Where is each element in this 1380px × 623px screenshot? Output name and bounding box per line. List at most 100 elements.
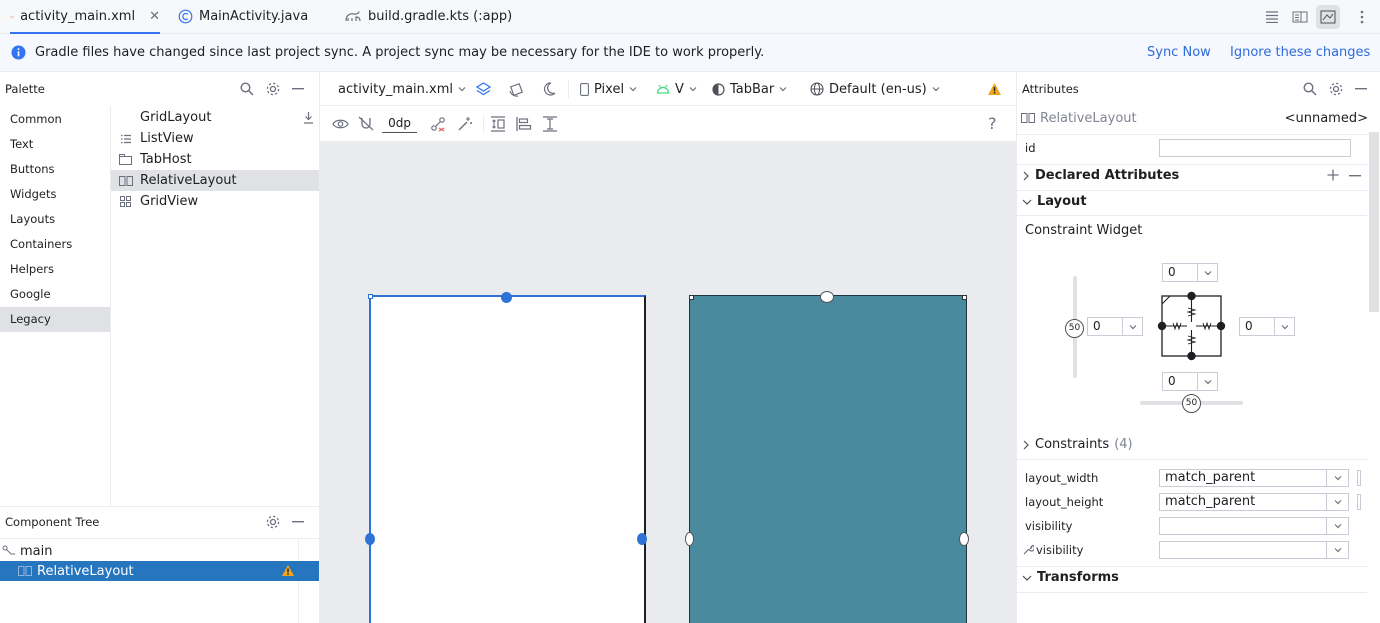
search-icon[interactable] (240, 82, 254, 96)
blueprint-resize-handle[interactable] (689, 295, 694, 300)
blueprint-preview[interactable] (689, 295, 967, 623)
default-margin-field[interactable]: 0dp (382, 115, 417, 133)
orientation-icon[interactable] (508, 81, 525, 98)
palette-item-relativelayout[interactable]: RelativeLayout (111, 170, 319, 191)
margin-top-dropdown[interactable]: 0 (1162, 263, 1218, 282)
minimize-icon[interactable] (292, 88, 304, 90)
gradle-elephant-icon (345, 10, 361, 21)
device-label: Pixel (594, 81, 625, 97)
resource-picker-button[interactable] (1357, 470, 1361, 486)
margin-right-value: 0 (1245, 319, 1253, 333)
close-icon[interactable]: ✕ (149, 9, 160, 24)
layout-height-label: layout_height (1025, 495, 1104, 509)
palette-category-helpers[interactable]: Helpers (0, 257, 110, 282)
tools-visibility-field[interactable] (1159, 541, 1349, 559)
layout-section[interactable]: Layout (1022, 194, 1087, 209)
resize-handle[interactable] (368, 294, 373, 299)
tab-main-activity[interactable]: MainActivity.java (178, 0, 308, 33)
add-icon[interactable] (1327, 169, 1339, 181)
palette-category-containers[interactable]: Containers (0, 232, 110, 257)
palette-category-text[interactable]: Text (0, 132, 110, 157)
vertical-bias-knob[interactable]: 50 (1065, 319, 1084, 338)
blueprint-top-anchor[interactable] (820, 291, 834, 303)
palette-category-buttons[interactable]: Buttons (0, 157, 110, 182)
gear-icon[interactable] (265, 514, 281, 530)
id-field[interactable] (1159, 139, 1351, 157)
top-anchor-handle[interactable] (501, 292, 512, 303)
class-c-icon (178, 9, 193, 24)
phone-icon (580, 82, 589, 96)
attributes-scrollbar[interactable] (1369, 132, 1379, 312)
file-dropdown[interactable]: activity_main.xml (338, 72, 466, 106)
magnet-off-icon[interactable] (358, 116, 374, 131)
visibility-label: visibility (1025, 519, 1073, 533)
help-icon[interactable]: ? (988, 114, 997, 133)
design-preview[interactable] (369, 295, 646, 623)
api-level-dropdown[interactable]: V (656, 72, 697, 106)
sync-now-link[interactable]: Sync Now (1147, 45, 1211, 60)
palette-item-gridview[interactable]: GridView (111, 191, 319, 212)
layout-width-field[interactable]: match_parent (1159, 469, 1349, 487)
palette-category-legacy[interactable]: Legacy (0, 307, 110, 332)
palette-item-gridlayout[interactable]: GridLayout (111, 107, 319, 128)
palette-item-tabhost[interactable]: TabHost (111, 149, 319, 170)
align-icon[interactable] (516, 116, 532, 132)
split-view-button[interactable] (1288, 5, 1312, 29)
locale-dropdown[interactable]: Default (en-us) (810, 72, 940, 106)
margin-right-dropdown[interactable]: 0 (1239, 317, 1295, 336)
search-icon[interactable] (1303, 82, 1317, 96)
design-view-button[interactable] (1316, 5, 1340, 29)
palette-category-common[interactable]: Common (0, 107, 110, 132)
ignore-changes-link[interactable]: Ignore these changes (1230, 45, 1370, 60)
palette-category-google[interactable]: Google (0, 282, 110, 307)
chevron-down-icon (1334, 524, 1341, 529)
palette-category-layouts[interactable]: Layouts (0, 207, 110, 232)
visibility-field[interactable] (1159, 517, 1349, 535)
blueprint-resize-handle[interactable] (962, 295, 967, 300)
minimize-icon[interactable] (292, 521, 304, 523)
tab-build-gradle[interactable]: build.gradle.kts (:app) (344, 0, 512, 33)
palette-category-widgets[interactable]: Widgets (0, 182, 110, 207)
code-view-button[interactable] (1260, 5, 1284, 29)
download-icon[interactable] (303, 111, 314, 124)
gear-icon[interactable] (1328, 81, 1344, 97)
more-options-button[interactable] (1350, 5, 1374, 29)
device-dropdown[interactable]: Pixel (580, 72, 637, 106)
tree-row-main[interactable]: main (0, 541, 319, 561)
remove-icon[interactable] (1349, 175, 1361, 177)
tree-row-relativelayout[interactable]: RelativeLayout (0, 561, 319, 581)
design-canvas[interactable] (320, 142, 1016, 623)
blueprint-right-anchor[interactable] (959, 532, 969, 546)
warning-icon[interactable] (281, 564, 295, 577)
toolbar-separator (483, 115, 484, 133)
palette-item-label: ListView (140, 131, 194, 146)
night-mode-icon[interactable] (541, 81, 557, 97)
clear-constraints-icon[interactable] (430, 116, 446, 132)
layout-height-field[interactable]: match_parent (1159, 493, 1349, 511)
design-surface-icon[interactable] (475, 81, 492, 98)
magic-wand-icon[interactable] (457, 116, 473, 132)
blueprint-left-anchor[interactable] (685, 532, 694, 546)
right-anchor-handle[interactable] (637, 533, 647, 545)
resource-picker-button[interactable] (1357, 494, 1361, 510)
horizontal-bias-knob[interactable]: 50 (1182, 394, 1201, 413)
guidelines-icon[interactable] (542, 116, 558, 132)
theme-icon (712, 82, 725, 96)
transforms-section[interactable]: Transforms (1022, 570, 1119, 585)
palette-item-listview[interactable]: ListView (111, 128, 319, 149)
margin-left-dropdown[interactable]: 0 (1087, 317, 1143, 336)
declared-attributes-section[interactable]: Declared Attributes (1022, 168, 1179, 183)
minimize-icon[interactable] (1355, 88, 1367, 90)
pack-icon[interactable] (490, 116, 506, 132)
left-anchor-handle[interactable] (365, 533, 375, 545)
tab-activity-main[interactable]: activity_main.xml ✕ (10, 0, 160, 34)
gear-icon[interactable] (265, 81, 281, 97)
divider (1017, 459, 1367, 460)
warning-icon[interactable] (987, 82, 1002, 96)
theme-dropdown[interactable]: TabBar (712, 72, 787, 106)
eye-icon[interactable] (332, 117, 349, 131)
section-title: Transforms (1037, 570, 1119, 585)
constraints-section[interactable]: Constraints (4) (1022, 437, 1133, 452)
divider (1017, 566, 1367, 567)
margin-bottom-dropdown[interactable]: 0 (1162, 372, 1218, 391)
